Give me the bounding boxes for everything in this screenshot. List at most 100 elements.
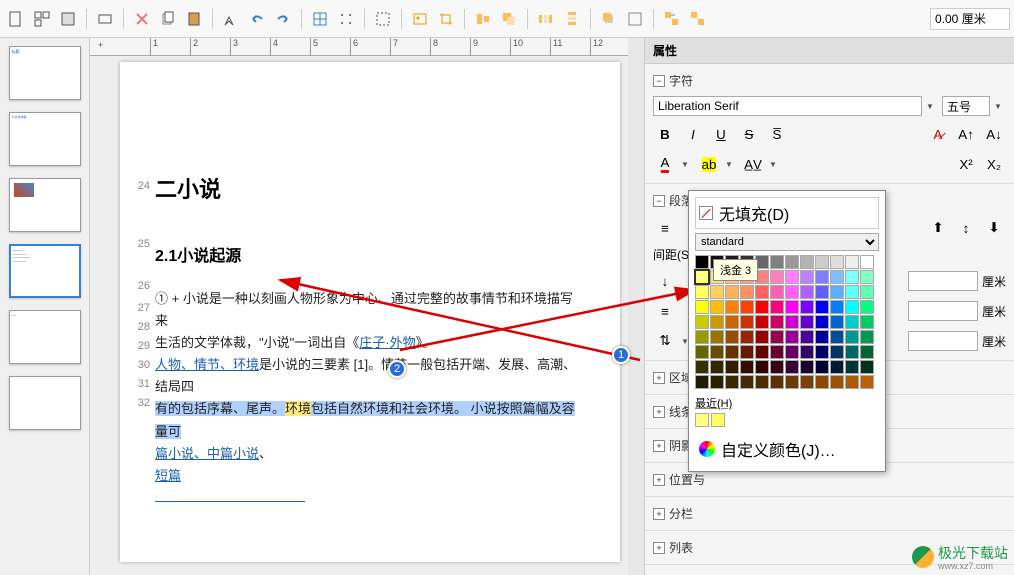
color-swatch[interactable]: [770, 270, 784, 284]
color-swatch[interactable]: [695, 315, 709, 329]
color-swatch[interactable]: [785, 375, 799, 389]
align-bottom-button[interactable]: ⬇: [982, 216, 1006, 240]
group-button[interactable]: [660, 7, 684, 31]
color-swatch[interactable]: [800, 255, 814, 269]
color-swatch[interactable]: [770, 255, 784, 269]
color-swatch[interactable]: [785, 360, 799, 374]
palette-select[interactable]: standard: [695, 233, 879, 251]
color-swatch[interactable]: [755, 315, 769, 329]
color-swatch[interactable]: [815, 315, 829, 329]
new-doc-button[interactable]: [4, 7, 28, 31]
color-swatch[interactable]: [785, 255, 799, 269]
thumbnail-page[interactable]: 大文学体裁: [9, 112, 81, 166]
page-thumbnails[interactable]: 标题 大文学体裁 ──────────────────────── ──: [0, 38, 90, 575]
expand-icon[interactable]: +: [653, 440, 665, 452]
decrease-spacing-button[interactable]: ↓: [653, 269, 677, 293]
color-swatch[interactable]: [830, 330, 844, 344]
print-preview-button[interactable]: [93, 7, 117, 31]
color-swatch[interactable]: [755, 330, 769, 344]
templates-button[interactable]: [30, 7, 54, 31]
color-swatch[interactable]: [695, 270, 709, 284]
color-swatch[interactable]: [830, 360, 844, 374]
color-swatch[interactable]: [860, 255, 874, 269]
ungroup-button[interactable]: [686, 7, 710, 31]
color-swatch[interactable]: [860, 375, 874, 389]
color-swatch[interactable]: [710, 330, 724, 344]
thumbnail-page[interactable]: [9, 376, 81, 430]
distribute-v-button[interactable]: [560, 7, 584, 31]
grid-button[interactable]: [308, 7, 332, 31]
color-swatch[interactable]: [815, 375, 829, 389]
color-swatch[interactable]: [785, 285, 799, 299]
color-swatch[interactable]: [785, 270, 799, 284]
color-swatch[interactable]: [740, 285, 754, 299]
spacing-bottom-input[interactable]: [908, 301, 978, 321]
color-swatch[interactable]: [695, 330, 709, 344]
color-swatch[interactable]: [740, 375, 754, 389]
color-swatch[interactable]: [770, 345, 784, 359]
spacing-before-button[interactable]: ≡: [653, 299, 677, 323]
recent-color-swatch[interactable]: [711, 413, 725, 427]
font-color-button[interactable]: A: [653, 152, 677, 176]
doc-body-text[interactable]: ① + 小说是一种以刻画人物形象为中心、通过完整的故事情节和环境描写来 生活的文…: [155, 288, 585, 509]
color-swatch[interactable]: [740, 345, 754, 359]
dropdown-icon[interactable]: ▼: [926, 102, 938, 111]
color-swatch[interactable]: [695, 345, 709, 359]
color-swatch[interactable]: [710, 285, 724, 299]
color-swatch[interactable]: [815, 285, 829, 299]
color-swatch[interactable]: [770, 300, 784, 314]
color-swatch[interactable]: [785, 315, 799, 329]
color-swatch[interactable]: [845, 270, 859, 284]
spacing-line-input[interactable]: [908, 331, 978, 351]
color-swatch[interactable]: [695, 285, 709, 299]
redo-button[interactable]: [271, 7, 295, 31]
color-swatch[interactable]: [740, 360, 754, 374]
color-swatch[interactable]: [830, 270, 844, 284]
strikethrough-button[interactable]: S: [737, 122, 761, 146]
color-swatch[interactable]: [860, 330, 874, 344]
guides-button[interactable]: [371, 7, 395, 31]
color-swatch[interactable]: [785, 300, 799, 314]
color-swatch[interactable]: [815, 360, 829, 374]
color-swatch[interactable]: [755, 360, 769, 374]
color-swatch[interactable]: [695, 255, 709, 269]
filter-button[interactable]: [623, 7, 647, 31]
color-swatch[interactable]: [695, 300, 709, 314]
color-swatch[interactable]: [845, 345, 859, 359]
color-swatch[interactable]: [740, 330, 754, 344]
color-swatch[interactable]: [800, 330, 814, 344]
spacing-top-input[interactable]: [908, 271, 978, 291]
snap-button[interactable]: [334, 7, 358, 31]
color-swatch[interactable]: [815, 270, 829, 284]
distribute-h-button[interactable]: [534, 7, 558, 31]
color-swatch[interactable]: [755, 300, 769, 314]
color-swatch[interactable]: [845, 315, 859, 329]
color-swatch[interactable]: [830, 255, 844, 269]
subscript-button[interactable]: X₂: [982, 152, 1006, 176]
collapse-icon[interactable]: −: [653, 195, 665, 207]
expand-icon[interactable]: +: [653, 372, 665, 384]
color-swatch[interactable]: [860, 270, 874, 284]
font-size-input[interactable]: [942, 96, 990, 116]
italic-button[interactable]: I: [681, 122, 705, 146]
color-swatch[interactable]: [800, 270, 814, 284]
save-button[interactable]: [56, 7, 80, 31]
paste-button[interactable]: [182, 7, 206, 31]
increase-font-button[interactable]: A↑: [954, 122, 978, 146]
shadow-button[interactable]: [597, 7, 621, 31]
color-swatch[interactable]: [755, 375, 769, 389]
color-swatch[interactable]: [785, 345, 799, 359]
insert-image-button[interactable]: [408, 7, 432, 31]
color-swatch[interactable]: [710, 315, 724, 329]
color-swatch[interactable]: [725, 345, 739, 359]
color-swatch[interactable]: [710, 300, 724, 314]
color-swatch[interactable]: [860, 345, 874, 359]
color-swatch[interactable]: [710, 345, 724, 359]
no-fill-button[interactable]: 无填充(D): [695, 197, 879, 229]
color-swatch[interactable]: [860, 360, 874, 374]
align-left-button[interactable]: ≡: [653, 216, 677, 240]
color-swatch[interactable]: [770, 330, 784, 344]
overline-button[interactable]: S̅: [765, 122, 789, 146]
color-swatch[interactable]: [830, 345, 844, 359]
thumbnail-page[interactable]: ──: [9, 310, 81, 364]
